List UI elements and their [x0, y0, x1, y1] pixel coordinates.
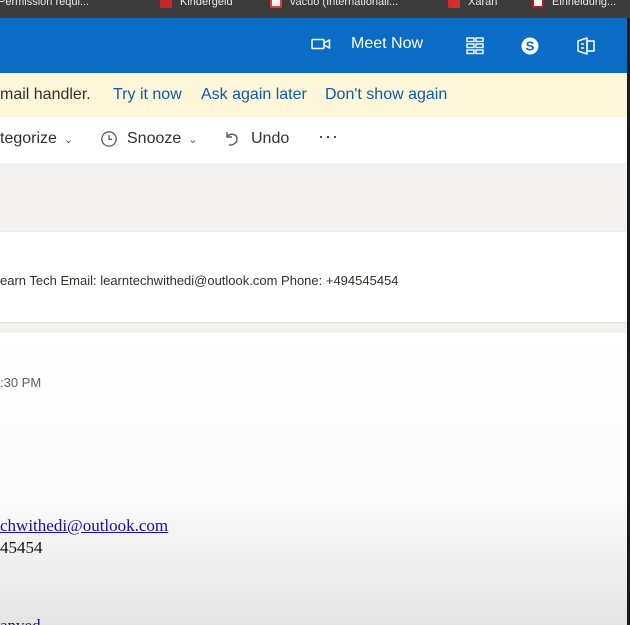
browser-tab[interactable]: Xaran: [448, 0, 497, 11]
notice-message: mail handler.: [0, 86, 91, 103]
apps-grid-icon[interactable]: [464, 35, 486, 57]
browser-tab[interactable]: Einheldung...: [532, 0, 616, 11]
browser-tab[interactable]: vacuo (Internationali...: [270, 0, 398, 11]
browser-tab-label: Einheldung...: [552, 0, 617, 8]
browser-tab-strip: Permission requi... Kindergeld vacuo (In…: [0, 0, 630, 18]
browser-tab-label: Kindergeld: [180, 0, 233, 8]
undo-icon: [226, 132, 238, 146]
undo-button[interactable]: Undo: [223, 130, 289, 148]
favicon-icon: [160, 0, 172, 8]
chevron-down-icon: ⌄: [188, 133, 198, 146]
chevron-down-icon: ⌄: [63, 133, 74, 146]
message-item-collapsed[interactable]: earn Tech Email: learntechwithedi@outloo…: [0, 231, 630, 323]
more-options-button[interactable]: ···: [318, 126, 339, 147]
try-it-now-link[interactable]: Try it now: [113, 86, 182, 104]
browser-tab[interactable]: Kindergeld: [160, 0, 233, 11]
ask-again-later-link[interactable]: Ask again later: [201, 86, 307, 104]
message-preview: earn Tech Email: learntechwithedi@outloo…: [0, 273, 399, 288]
app-header: Meet Now S: [0, 18, 630, 73]
dont-show-again-link[interactable]: Don't show again: [325, 86, 447, 104]
command-toolbar: tegorize ⌄ Snooze ⌄ Undo ···: [0, 117, 630, 163]
video-camera-icon: [311, 38, 331, 50]
clock-icon: [101, 131, 117, 147]
signature-bottom-link[interactable]: anved: [0, 616, 41, 625]
meet-now-button[interactable]: Meet Now: [311, 35, 423, 53]
snooze-button[interactable]: Snooze ⌄: [100, 130, 197, 148]
favicon-icon: [532, 0, 544, 8]
signature-email-link[interactable]: chwithedi@outlook.com: [0, 516, 168, 536]
message-item-expanded: :30 PM chwithedi@outlook.com 45454 anved: [0, 333, 630, 625]
undo-label: Undo: [251, 130, 290, 147]
meet-now-label: Meet Now: [351, 35, 424, 52]
skype-icon[interactable]: S: [519, 35, 541, 57]
more-options-icon: ···: [318, 126, 339, 146]
mail-handler-notice: mail handler. Try it now Ask again later…: [0, 73, 630, 117]
favicon-icon: [270, 0, 282, 8]
message-time: :30 PM: [0, 375, 42, 390]
svg-text:S: S: [526, 39, 535, 54]
browser-tab-label: Xaran: [468, 0, 498, 8]
categorize-button[interactable]: tegorize ⌄: [0, 130, 73, 148]
snooze-label: Snooze: [127, 130, 182, 147]
signature-phone: 45454: [0, 538, 43, 557]
browser-tab-label: Permission requi...: [0, 0, 90, 8]
office-icon[interactable]: [575, 35, 597, 57]
browser-tab[interactable]: Permission requi...: [0, 0, 89, 11]
browser-tab-label: vacuo (Internationali...: [290, 0, 399, 8]
favicon-icon: [448, 0, 460, 8]
categorize-label: tegorize: [0, 130, 57, 147]
